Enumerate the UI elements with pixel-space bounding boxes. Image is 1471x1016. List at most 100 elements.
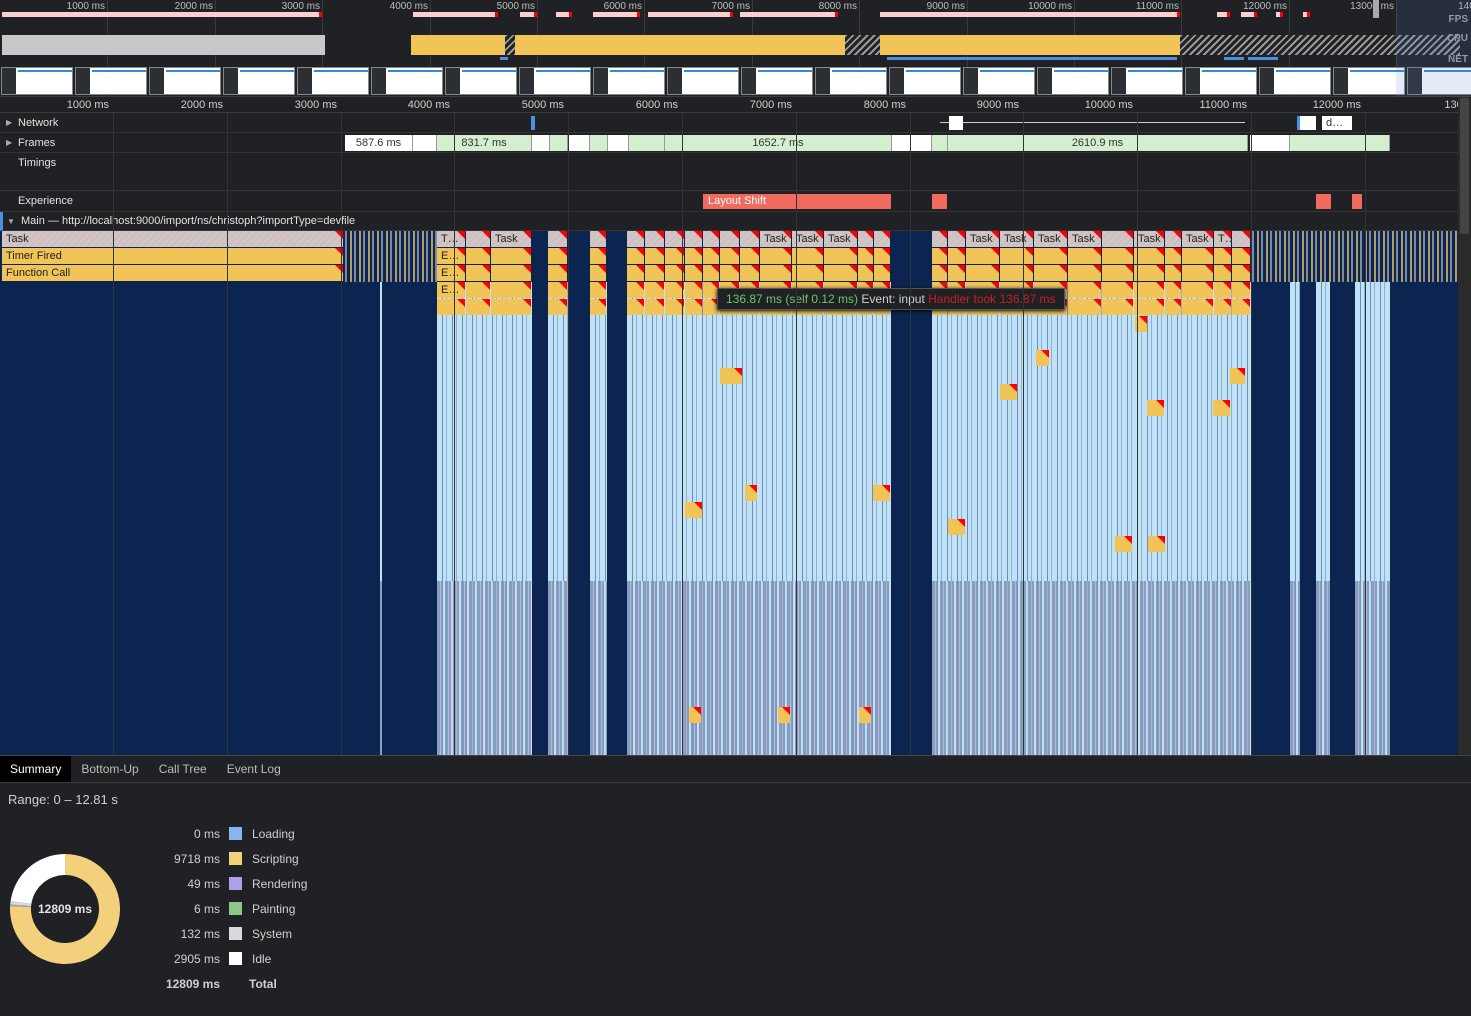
tab-event-log[interactable]: Event Log <box>217 756 291 782</box>
scripting-event[interactable] <box>627 282 644 298</box>
frame[interactable]: 831.7 ms <box>437 135 532 151</box>
screenshot-thumbnail[interactable] <box>371 67 443 95</box>
scripting-event[interactable] <box>1148 536 1165 552</box>
scripting-event[interactable] <box>1182 265 1213 281</box>
scripting-event[interactable] <box>1102 248 1133 264</box>
frame[interactable] <box>413 135 437 151</box>
scripting-event[interactable] <box>548 265 567 281</box>
task-event[interactable] <box>1165 231 1181 247</box>
scripting-event[interactable] <box>1034 248 1067 264</box>
task-event[interactable] <box>466 231 490 247</box>
scripting-event[interactable] <box>720 368 742 384</box>
scripting-event[interactable] <box>1147 400 1164 416</box>
frame[interactable] <box>932 135 948 151</box>
scripting-event[interactable] <box>685 282 702 298</box>
task-event[interactable] <box>874 231 890 247</box>
scripting-event[interactable] <box>1232 299 1250 315</box>
scripting-event[interactable] <box>590 299 606 315</box>
scripting-event[interactable] <box>466 299 490 315</box>
timer-fired-event[interactable]: Timer Fired <box>2 248 343 264</box>
screenshot-thumbnail[interactable] <box>741 67 813 95</box>
task-event[interactable]: Task <box>966 231 999 247</box>
scripting-event[interactable] <box>437 299 465 315</box>
scripting-event[interactable] <box>948 265 965 281</box>
scripting-event[interactable] <box>760 265 791 281</box>
scripting-event[interactable] <box>1068 248 1101 264</box>
tab-summary[interactable]: Summary <box>0 756 72 782</box>
screenshot-thumbnail[interactable] <box>1259 67 1331 95</box>
expand-icon[interactable]: ▶ <box>6 118 12 127</box>
scripting-event[interactable] <box>689 707 701 723</box>
scripting-event[interactable] <box>627 248 644 264</box>
task-event[interactable]: Task <box>760 231 791 247</box>
screenshot-thumbnail[interactable] <box>297 67 369 95</box>
scripting-event[interactable] <box>1214 282 1231 298</box>
task-event[interactable] <box>645 231 664 247</box>
screenshot-thumbnail[interactable] <box>1037 67 1109 95</box>
flame-scrollbar-thumb[interactable] <box>1460 98 1469 234</box>
flame-deep-calls[interactable] <box>437 581 532 755</box>
task-event[interactable]: Task <box>824 231 857 247</box>
scripting-event[interactable]: E… <box>437 248 465 264</box>
task-event[interactable] <box>627 231 644 247</box>
scripting-event[interactable] <box>966 248 999 264</box>
scripting-event[interactable] <box>824 248 857 264</box>
scripting-event[interactable] <box>491 282 531 298</box>
scripting-event[interactable] <box>1036 350 1049 366</box>
task-event[interactable]: Task <box>1000 231 1033 247</box>
scripting-event[interactable] <box>1214 299 1231 315</box>
scripting-event[interactable] <box>1134 265 1164 281</box>
scripting-event[interactable] <box>1214 248 1231 264</box>
frame[interactable]: 587.6 ms <box>345 135 413 151</box>
layout-shift-event[interactable] <box>932 194 947 209</box>
layout-shift-event[interactable] <box>1316 194 1331 209</box>
scripting-event[interactable] <box>491 265 531 281</box>
function-call-event[interactable]: Function Call <box>2 265 343 281</box>
scripting-event[interactable]: E… <box>437 265 465 281</box>
scripting-event[interactable] <box>645 265 664 281</box>
scripting-event[interactable] <box>874 265 890 281</box>
task-event[interactable] <box>703 231 719 247</box>
task-event[interactable] <box>948 231 965 247</box>
tab-bottom-up[interactable]: Bottom-Up <box>71 756 148 782</box>
task-event[interactable]: T… <box>1214 231 1231 247</box>
scripting-event[interactable] <box>1102 299 1133 315</box>
screenshot-thumbnail[interactable] <box>519 67 591 95</box>
scripting-event[interactable] <box>1232 265 1250 281</box>
scripting-event[interactable] <box>1182 248 1213 264</box>
scripting-event[interactable] <box>466 248 490 264</box>
scripting-event[interactable] <box>859 707 871 723</box>
task-event[interactable]: Task <box>1182 231 1213 247</box>
task-event[interactable] <box>740 231 759 247</box>
scripting-event[interactable] <box>703 248 719 264</box>
frame[interactable] <box>532 135 550 151</box>
task-event[interactable]: Task <box>1034 231 1067 247</box>
timings-track[interactable]: Timings <box>0 153 1458 191</box>
scripting-event[interactable] <box>1230 368 1245 384</box>
scripting-event[interactable] <box>1232 248 1250 264</box>
flame-deep-calls[interactable] <box>1355 581 1390 755</box>
screenshot-thumbnail[interactable] <box>1185 67 1257 95</box>
scripting-event[interactable] <box>858 265 873 281</box>
screenshot-thumbnail[interactable] <box>1 67 73 95</box>
screenshot-thumbnail[interactable] <box>1111 67 1183 95</box>
scripting-event[interactable] <box>548 248 567 264</box>
scripting-event[interactable] <box>548 299 567 315</box>
flame-deep-calls[interactable] <box>590 581 607 755</box>
scripting-event[interactable] <box>645 282 664 298</box>
scripting-event[interactable] <box>1165 299 1181 315</box>
screenshot-thumbnail[interactable] <box>815 67 887 95</box>
frame[interactable]: 1652.7 ms <box>665 135 892 151</box>
scripting-event[interactable] <box>1115 536 1132 552</box>
flame-short-tasks[interactable] <box>345 231 437 282</box>
screenshot-thumbnail[interactable] <box>75 67 147 95</box>
task-event[interactable] <box>590 231 606 247</box>
network-request[interactable]: d… <box>1322 116 1352 130</box>
frame[interactable] <box>1290 135 1390 151</box>
scripting-event[interactable] <box>948 248 965 264</box>
scripting-event[interactable] <box>627 299 644 315</box>
scripting-event[interactable] <box>1000 265 1033 281</box>
task-event[interactable]: Task <box>1134 231 1164 247</box>
scripting-event[interactable] <box>1068 299 1101 315</box>
scripting-event[interactable] <box>590 248 606 264</box>
